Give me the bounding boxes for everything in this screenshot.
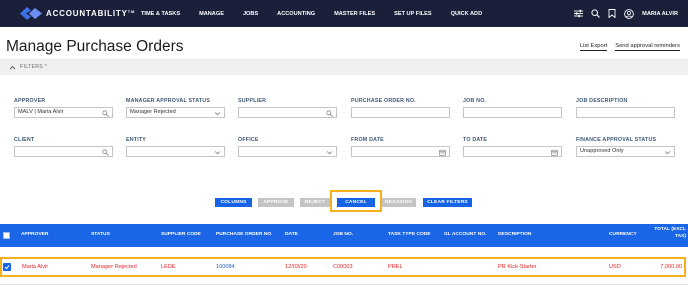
job-description-input[interactable] (576, 107, 675, 118)
column-header-supplier-code[interactable]: SUPPLIER CODE (161, 232, 201, 237)
purchase-order-no-input[interactable] (351, 107, 450, 118)
chevron-down-icon (214, 110, 221, 117)
finance-approval-status-value: Unapproved Only (580, 148, 624, 154)
manager-approval-status-filter: MANAGER APPROVAL STATUS Manager Rejected (126, 98, 225, 118)
send-approval-reminders-link[interactable]: Send approval reminders (615, 43, 680, 51)
search-icon (102, 148, 109, 156)
user-name[interactable]: MARIA ALVIR (642, 11, 678, 17)
nav-item-quick-add[interactable]: QUICK ADD (451, 11, 483, 17)
column-header-gl-account-no[interactable]: GL ACCOUNT NO. (444, 232, 486, 237)
column-header-total-line1: TOTAL (EXCL (654, 227, 686, 232)
nav-item-time-tasks[interactable]: TIME & TASKS (141, 11, 180, 17)
reject-button[interactable]: REJECT (300, 198, 330, 207)
column-header-task-type-code[interactable]: TASK TYPE CODE (388, 232, 431, 237)
supplier-filter: SUPPLIER (238, 98, 337, 118)
brand-name: ACCOUNTABILITYTM (46, 9, 136, 18)
nav-item-jobs[interactable]: JOBS (243, 11, 258, 17)
purchase-order-no-filter: PURCHASE ORDER NO. (351, 98, 450, 118)
filters-label: FILTERS * (20, 64, 48, 70)
purchase-order-no-label: PURCHASE ORDER NO. (351, 98, 416, 104)
calendar-icon[interactable] (551, 149, 558, 156)
nav-item-accounting[interactable]: ACCOUNTING (277, 11, 315, 17)
job-description-label: JOB DESCRIPTION (576, 98, 628, 104)
filters-toggle[interactable]: FILTERS * (0, 59, 688, 75)
approve-button[interactable]: APPROVE (258, 198, 294, 207)
supplier-label: SUPPLIER (238, 98, 267, 104)
select-all-checkbox[interactable] (3, 232, 10, 239)
nav-item-manage[interactable]: MANAGE (199, 11, 224, 17)
top-navigation-bar: ACCOUNTABILITYTM TIME & TASKS MANAGE JOB… (0, 0, 688, 27)
office-label: OFFICE (238, 137, 259, 143)
search-icon (102, 109, 109, 117)
table-header: APPROVER STATUS SUPPLIER CODE PURCHASE O… (0, 224, 688, 247)
client-filter: CLIENT (14, 137, 113, 157)
office-filter: OFFICE (238, 137, 337, 157)
to-date-label: TO DATE (463, 137, 488, 143)
entity-select[interactable] (126, 146, 225, 157)
nav-item-master-files[interactable]: MASTER FILES (334, 11, 375, 17)
from-date-filter: FROM DATE (351, 137, 450, 157)
entity-filter: ENTITY (126, 137, 225, 157)
manager-approval-status-select[interactable]: Manager Rejected (126, 107, 225, 118)
main-menu: TIME & TASKS MANAGE JOBS ACCOUNTING MAST… (139, 11, 482, 17)
chevron-down-icon (214, 149, 221, 156)
client-label: CLIENT (14, 137, 35, 143)
cancel-button-highlight (330, 190, 382, 212)
column-header-currency[interactable]: CURRENCY (609, 232, 637, 237)
chevron-down-icon (326, 149, 333, 156)
column-header-purchase-order-no[interactable]: PURCHASE ORDER NO. (216, 232, 273, 237)
selected-row-highlight (0, 257, 686, 277)
chevron-down-icon (664, 149, 671, 156)
to-date-input[interactable] (463, 146, 562, 157)
bookmark-icon[interactable] (607, 9, 617, 19)
page-title: Manage Purchase Orders (6, 38, 184, 55)
column-header-total-line2: TAX) (674, 234, 686, 239)
office-select[interactable] (238, 146, 337, 157)
column-header-job-no[interactable]: JOB NO. (333, 232, 353, 237)
manager-approval-status-value: Manager Rejected (130, 109, 176, 115)
to-date-filter: TO DATE (463, 137, 562, 157)
calendar-icon[interactable] (439, 149, 446, 156)
finance-approval-status-label: FINANCE APPROVAL STATUS (576, 137, 657, 143)
job-no-label: JOB NO. (463, 98, 487, 104)
columns-button[interactable]: COLUMNS (215, 198, 252, 207)
nav-utilities: MARIA ALVIR (573, 0, 678, 27)
clear-filters-button[interactable]: CLEAR FILTERS (423, 198, 472, 207)
search-icon (326, 109, 333, 117)
search-icon[interactable] (590, 9, 600, 19)
list-export-link[interactable]: List Export (579, 43, 608, 51)
reassign-button[interactable]: REASSIGN (381, 198, 416, 207)
job-no-input[interactable] (463, 107, 562, 118)
column-header-date[interactable]: DATE (285, 232, 298, 237)
column-header-description[interactable]: DESCRIPTION (498, 232, 531, 237)
job-no-filter: JOB NO. (463, 98, 562, 118)
approver-filter: APPROVER MALV | Maria Alvir (14, 98, 113, 118)
from-date-label: FROM DATE (351, 137, 384, 143)
logo-mark-icon (20, 7, 42, 20)
approver-value: MALV | Maria Alvir (18, 109, 64, 115)
sliders-icon[interactable] (573, 9, 583, 19)
column-header-total[interactable]: TOTAL (EXCL TAX) (654, 226, 686, 240)
manager-approval-status-label: MANAGER APPROVAL STATUS (126, 98, 211, 104)
table-spacer-row (0, 247, 688, 257)
chevron-up-icon (9, 63, 17, 71)
finance-approval-status-select[interactable]: Unapproved Only (576, 146, 675, 157)
approver-input[interactable]: MALV | Maria Alvir (14, 107, 113, 118)
client-input[interactable] (14, 146, 113, 157)
header-links: List Export Send approval reminders (579, 43, 680, 51)
finance-approval-status-filter: FINANCE APPROVAL STATUS Unapproved Only (576, 137, 675, 157)
column-header-approver[interactable]: APPROVER (21, 232, 48, 237)
from-date-input[interactable] (351, 146, 450, 157)
entity-label: ENTITY (126, 137, 147, 143)
table-bottom-divider (0, 284, 688, 285)
supplier-input[interactable] (238, 107, 337, 118)
column-header-status[interactable]: STATUS (91, 232, 110, 237)
brand-logo[interactable]: ACCOUNTABILITYTM (20, 7, 138, 20)
job-description-filter: JOB DESCRIPTION (576, 98, 675, 118)
nav-item-set-up-files[interactable]: SET UP FILES (394, 11, 432, 17)
approver-label: APPROVER (14, 98, 46, 104)
user-circle-icon[interactable] (624, 8, 635, 19)
